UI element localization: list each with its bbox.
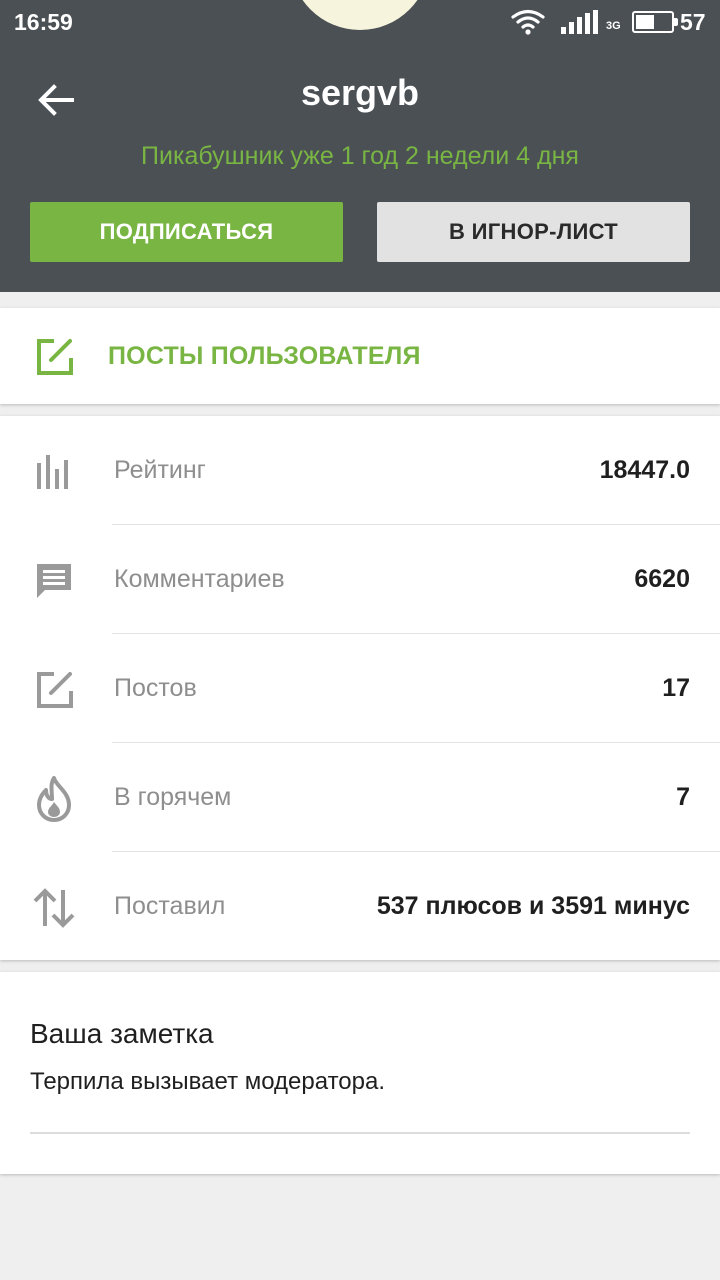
stat-value: 7 [676, 783, 690, 811]
ignore-list-button[interactable]: В ИГНОР-ЛИСТ [377, 202, 690, 262]
status-bar: 16:59 3G 57 [0, 0, 720, 44]
stat-row-votes: Поставил 537 плюсов и 3591 минус [0, 852, 720, 961]
battery-icon [632, 11, 678, 33]
signal-icon [560, 10, 598, 39]
edit-icon [34, 337, 74, 382]
status-time: 16:59 [14, 9, 73, 35]
stat-value: 537 плюсов и 3591 минус [376, 892, 690, 920]
comment-icon [32, 559, 76, 603]
stat-label: В горячем [114, 783, 232, 811]
note-title: Ваша заметка [30, 1018, 214, 1049]
network-type: 3G [606, 20, 621, 32]
stats-card: Рейтинг 18447.0 Комментариев 6620 Постов… [0, 416, 720, 960]
stat-row-rating: Рейтинг 18447.0 [0, 416, 720, 525]
stat-label: Рейтинг [114, 456, 206, 484]
user-posts-label: ПОСТЫ ПОЛЬЗОВАТЕЛЯ [108, 342, 421, 370]
stat-row-hot: В горячем 7 [0, 743, 720, 852]
stat-label: Комментариев [114, 565, 285, 593]
note-underline [30, 1132, 690, 1134]
stat-row-comments: Комментариев 6620 [0, 525, 720, 634]
username: sergvb [300, 72, 420, 113]
flame-icon [32, 776, 76, 822]
battery-fill [636, 15, 654, 29]
stat-value: 18447.0 [599, 456, 690, 484]
note-text[interactable]: Терпила вызывает модератора. [30, 1068, 385, 1096]
edit-icon [32, 668, 76, 712]
up-down-arrows-icon [32, 886, 76, 930]
profile-header: 16:59 3G 57 sergvb Пикабушник уже 1 год … [0, 0, 720, 292]
stat-row-posts: Постов 17 [0, 634, 720, 743]
bar-chart-icon [32, 450, 76, 494]
stat-label: Постов [114, 674, 197, 702]
tenure-text: Пикабушник уже 1 год 2 недели 4 дня [141, 142, 579, 170]
wifi-icon [511, 9, 545, 40]
stat-value: 17 [662, 674, 690, 702]
user-posts-link[interactable]: ПОСТЫ ПОЛЬЗОВАТЕЛЯ [0, 308, 720, 404]
stat-label: Поставил [114, 892, 226, 920]
stat-value: 6620 [634, 565, 690, 593]
subscribe-button[interactable]: ПОДПИСАТЬСЯ [30, 202, 343, 262]
note-card: Ваша заметка Терпила вызывает модератора… [0, 972, 720, 1174]
battery-level: 57 [680, 9, 706, 35]
